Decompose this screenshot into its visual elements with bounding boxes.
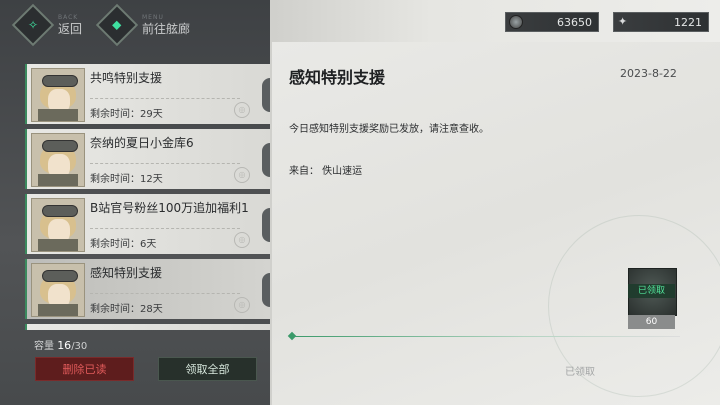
mail-item-selected[interactable]: 感知特别支援 剩余时间：28天 ◎ bbox=[25, 259, 270, 319]
stamp-icon: ◎ bbox=[234, 102, 250, 118]
claim-status-button[interactable]: 已领取 bbox=[565, 363, 595, 378]
capacity-total: /30 bbox=[71, 341, 88, 352]
sender-avatar bbox=[31, 263, 85, 317]
coin-counter[interactable]: 63650 bbox=[505, 12, 599, 32]
coin-icon bbox=[509, 15, 523, 29]
mail-title: 共鸣特别支援 bbox=[90, 71, 163, 85]
coin-value: 63650 bbox=[557, 15, 592, 29]
reward-count: 60 bbox=[628, 315, 675, 329]
mail-remaining-time: 剩余时间：28天 bbox=[90, 304, 163, 315]
mail-tab bbox=[262, 78, 270, 112]
menu-sub-label: MENU bbox=[142, 14, 164, 21]
crystal-value: 1221 bbox=[674, 15, 702, 29]
mail-remaining-time: 剩余时间：6天 bbox=[90, 239, 157, 250]
crystal-icon: ✦ bbox=[618, 15, 628, 28]
back-icon: ✧ bbox=[11, 3, 55, 47]
back-sub-label: BACK bbox=[58, 14, 79, 21]
menu-icon: ◆ bbox=[95, 3, 139, 47]
mail-title: B站官号粉丝100万追加福利1 bbox=[90, 201, 249, 215]
mail-tab bbox=[262, 143, 270, 177]
delete-read-button[interactable]: 删除已读 bbox=[35, 357, 134, 381]
mail-item[interactable]: 奈纳的夏日小金库6 剩余时间：12天 ◎ bbox=[25, 129, 270, 189]
mail-title: 奈纳的夏日小金库6 bbox=[90, 136, 194, 150]
mail-remaining-time: 剩余时间：29天 bbox=[90, 109, 163, 120]
claim-all-button[interactable]: 领取全部 bbox=[158, 357, 257, 381]
back-button[interactable]: ✧ BACK 返回 bbox=[11, 3, 83, 47]
mail-detail-title: 感知特别支援 bbox=[289, 68, 386, 87]
mail-detail-date: 2023-8-22 bbox=[620, 67, 677, 80]
mail-item[interactable]: B站官号粉丝100万追加福利1 剩余时间：6天 ◎ bbox=[25, 194, 270, 254]
mail-item[interactable]: 共鸣特别支援 剩余时间：29天 ◎ bbox=[25, 64, 270, 124]
capacity-used: 16 bbox=[57, 339, 72, 352]
crystal-counter[interactable]: ✦ 1221 bbox=[613, 12, 709, 32]
divider bbox=[292, 336, 680, 337]
stamp-icon: ◎ bbox=[234, 232, 250, 248]
sender-avatar bbox=[31, 68, 85, 122]
mail-list[interactable]: 共鸣特别支援 剩余时间：29天 ◎ 奈纳的夏日小金库6 剩余时间：12天 ◎ B… bbox=[25, 62, 270, 330]
stamp-icon: ◎ bbox=[234, 297, 250, 313]
mail-detail-sender: 来自： 佚山速运 bbox=[289, 166, 363, 177]
menu-label: 前往舷廊 bbox=[142, 22, 191, 36]
mail-capacity: 容量 16/30 bbox=[34, 337, 87, 352]
mail-detail-body: 今日感知特别支援奖励已发放，请注意查收。 bbox=[289, 124, 489, 135]
menu-button[interactable]: ◆ MENU 前往舷廊 bbox=[95, 3, 191, 47]
mail-tab bbox=[262, 208, 270, 242]
mail-remaining-time: 剩余时间：12天 bbox=[90, 174, 163, 185]
mail-item[interactable] bbox=[25, 324, 270, 330]
capacity-label: 容量 bbox=[34, 341, 54, 352]
mail-title: 感知特别支援 bbox=[90, 266, 163, 280]
stamp-icon: ◎ bbox=[234, 167, 250, 183]
reward-claimed-badge: 已领取 bbox=[628, 284, 675, 298]
back-label: 返回 bbox=[58, 22, 83, 36]
sender-avatar bbox=[31, 133, 85, 187]
mail-tab bbox=[262, 273, 270, 307]
sender-avatar bbox=[31, 198, 85, 252]
